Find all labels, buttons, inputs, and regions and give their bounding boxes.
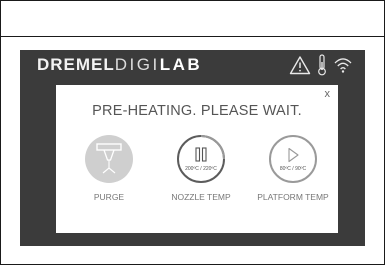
nozzle-temp-label: NOZZLE TEMP [171, 192, 231, 202]
platform-temp-label: PLATFORM TEMP [257, 192, 329, 202]
nozzle-progress-ring: 200ºC / 220ºC [177, 135, 225, 183]
close-button[interactable]: x [325, 88, 331, 100]
nozzle-temp-value: 200ºC / 220ºC [185, 166, 217, 172]
warning-icon[interactable] [289, 55, 311, 75]
purge-nozzle-icon [96, 143, 122, 174]
outer-frame: DREMELDIGILAB x PRE-HEATING. PLEASE WAIT… [0, 0, 385, 265]
purge-circle [85, 135, 133, 183]
brand-lab: LAB [159, 55, 203, 74]
purge-button[interactable]: PURGE [68, 135, 150, 202]
platform-temp-value: 80ºC / 90ºC [279, 166, 307, 172]
purge-label: PURGE [93, 192, 125, 202]
platform-temp-button[interactable]: 80ºC / 90ºC PLATFORM TEMP [252, 135, 334, 202]
top-strip [1, 1, 384, 37]
preheat-dialog: x PRE-HEATING. PLEASE WAIT. PURGE 200ºC … [56, 85, 338, 233]
brand-dremel: DREMEL [37, 55, 115, 74]
play-icon [288, 147, 299, 163]
printer-screen: DREMELDIGILAB x PRE-HEATING. PLEASE WAIT… [20, 50, 365, 246]
platform-circle: 80ºC / 90ºC [269, 135, 317, 183]
dialog-title: PRE-HEATING. PLEASE WAIT. [92, 103, 302, 119]
brand-logo: DREMELDIGILAB [37, 55, 202, 75]
thermometer-icon[interactable] [317, 54, 327, 76]
pause-icon [195, 147, 207, 162]
brand-digi: DIGI [114, 55, 160, 74]
nozzle-temp-button[interactable]: 200ºC / 220ºC NOZZLE TEMP [160, 135, 242, 202]
status-icons [289, 54, 353, 76]
wifi-icon[interactable] [333, 56, 353, 74]
